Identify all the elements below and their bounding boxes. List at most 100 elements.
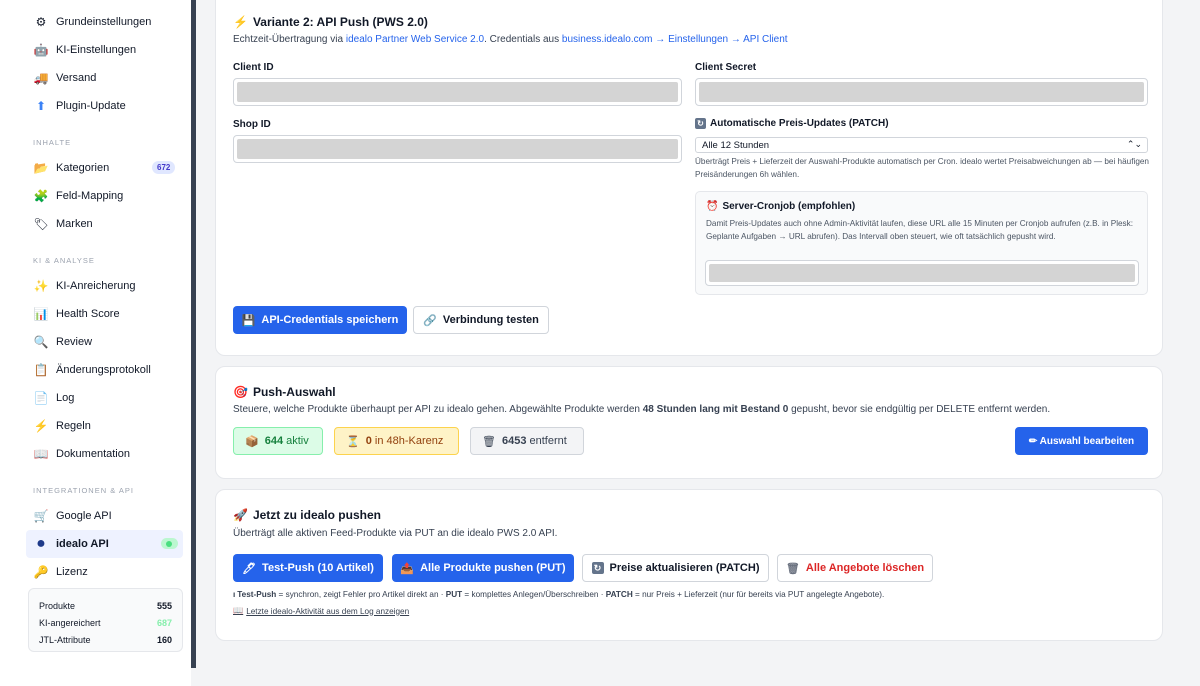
info-icon: ı bbox=[233, 590, 236, 599]
sidebar-item-label: Versand bbox=[56, 72, 97, 84]
push-all-button[interactable]: 📤 Alle Produkte pushen (PUT) bbox=[392, 554, 574, 582]
globe-icon: ● bbox=[36, 535, 46, 552]
push-selection-title: Push-Auswahl bbox=[252, 385, 336, 399]
legend-text: = komplettes Anlegen/Überschreiben · bbox=[462, 590, 606, 599]
sidebar-item-kategorien[interactable]: 📂 Kategorien 672 bbox=[0, 154, 191, 182]
section-heading-integrationen: INTEGRATIONEN & API bbox=[33, 486, 134, 495]
business-idealo-link[interactable]: business.idealo.com → Einstellungen → AP… bbox=[562, 34, 788, 45]
key-icon: 🔑 bbox=[33, 565, 49, 579]
client-id-label: Client ID bbox=[233, 62, 274, 73]
sidebar-item-label: Feld-Mapping bbox=[56, 190, 124, 202]
sidebar-item-regeln[interactable]: ⚡ Regeln bbox=[0, 412, 191, 440]
karenz-label: in 48h-Karenz bbox=[374, 435, 444, 447]
active-count-pill: 📦 644 aktiv bbox=[233, 427, 323, 455]
client-secret-label: Client Secret bbox=[695, 62, 757, 73]
auto-update-select[interactable]: Alle 12 Stunden ⌃⌄ bbox=[695, 137, 1148, 153]
section-heading-ki-analyse: KI & ANALYSE bbox=[33, 256, 95, 265]
edit-selection-button[interactable]: ✏ Auswahl bearbeiten bbox=[1015, 427, 1148, 455]
sidebar-item-grundeinstellungen[interactable]: ⚙ Grundeinstellungen bbox=[0, 8, 191, 36]
desc-text: . Credentials aus bbox=[484, 34, 562, 45]
cron-title-row: ⏰ Server-Cronjob (empfohlen) bbox=[706, 201, 855, 212]
variant2-description: Echtzeit-Übertragung via idealo Partner … bbox=[233, 34, 788, 45]
tag-icon: 🏷 bbox=[33, 217, 49, 231]
section-heading-inhalte: INHALTE bbox=[33, 138, 72, 147]
sidebar-item-review[interactable]: 🔍 Review bbox=[0, 328, 191, 356]
legend-term: PUT bbox=[445, 590, 463, 599]
lightning-icon: ⚡ bbox=[233, 15, 248, 29]
button-label: ✏ Auswahl bearbeiten bbox=[1028, 435, 1135, 447]
sidebar-item-label: Grundeinstellungen bbox=[56, 16, 152, 28]
link-icon: 🔗 bbox=[423, 314, 437, 327]
auto-update-help: Überträgt Preis + Lieferzeit der Auswahl… bbox=[695, 157, 1149, 179]
stat-label: JTL-Attribute bbox=[39, 634, 91, 645]
test-push-button[interactable]: 🖊 Test-Push (10 Artikel) bbox=[233, 554, 383, 582]
pws-link[interactable]: idealo Partner Web Service 2.0 bbox=[346, 34, 484, 45]
link-label: Letzte idealo-Aktivität aus dem Log anze… bbox=[246, 606, 410, 616]
karenz-count: 0 bbox=[365, 435, 372, 447]
desc-text: gepusht, bevor sie endgültig per DELETE … bbox=[788, 404, 1051, 415]
sidebar-item-label: KI-Anreicherung bbox=[56, 280, 136, 292]
sidebar-item-label: KI-Einstellungen bbox=[56, 44, 137, 56]
removed-label: entfernt bbox=[529, 435, 567, 447]
magnifier-icon: 🔍 bbox=[33, 335, 49, 349]
sidebar-item-idealo-api[interactable]: ● idealo API bbox=[26, 530, 183, 558]
removed-count: 6453 bbox=[501, 435, 527, 447]
push-selection-description: Steuere, welche Produkte überhaupt per A… bbox=[233, 404, 1050, 415]
document-icon: 📄 bbox=[33, 391, 49, 405]
alarm-clock-icon: ⏰ bbox=[706, 201, 719, 212]
legend-term: Test-Push bbox=[237, 590, 277, 599]
shopping-cart-icon: 🛒 bbox=[33, 509, 49, 523]
sidebar-item-label: Health Score bbox=[56, 308, 120, 320]
update-prices-button[interactable]: ↻ Preise aktualisieren (PATCH) bbox=[582, 554, 769, 582]
pencil-icon: 🖊 bbox=[242, 562, 257, 575]
masked-value bbox=[699, 82, 1144, 102]
puzzle-icon: 🧩 bbox=[33, 189, 49, 203]
masked-value bbox=[237, 139, 678, 159]
button-label: Test-Push (10 Artikel) bbox=[262, 562, 374, 574]
stat-value: 555 bbox=[156, 600, 172, 611]
sidebar-item-log[interactable]: 📄 Log bbox=[0, 384, 191, 412]
cron-title: Server-Cronjob (empfohlen) bbox=[722, 201, 856, 212]
sidebar-item-marken[interactable]: 🏷 Marken bbox=[0, 210, 191, 238]
active-count: 644 bbox=[264, 435, 284, 447]
button-label: Verbindung testen bbox=[442, 314, 539, 326]
cron-url-input[interactable] bbox=[705, 260, 1139, 286]
client-id-input[interactable] bbox=[233, 78, 682, 106]
show-log-link[interactable]: 📖 Letzte idealo-Aktivität aus dem Log an… bbox=[233, 606, 409, 616]
save-credentials-button[interactable]: 💾 API-Credentials speichern bbox=[233, 306, 407, 334]
test-connection-button[interactable]: 🔗 Verbindung testen bbox=[413, 306, 549, 334]
sidebar-item-plugin-update[interactable]: ⬆ Plugin-Update bbox=[0, 92, 191, 120]
sidebar-item-label: Lizenz bbox=[56, 566, 88, 578]
push-now-card: 🚀 Jetzt zu idealo pushen Überträgt alle … bbox=[215, 489, 1163, 641]
sidebar-item-ki-einstellungen[interactable]: 🤖 KI-Einstellungen bbox=[0, 36, 191, 64]
delete-all-offers-button[interactable]: 🗑 Alle Angebote löschen bbox=[777, 554, 933, 582]
upload-tray-icon: 📤 bbox=[400, 562, 415, 575]
client-secret-input[interactable] bbox=[695, 78, 1148, 106]
sidebar-item-google-api[interactable]: 🛒 Google API bbox=[0, 502, 191, 530]
auto-update-label-row: ↻ Automatische Preis-Updates (PATCH) bbox=[695, 118, 889, 129]
robot-icon: 🤖 bbox=[33, 43, 49, 57]
count-badge: 672 bbox=[152, 161, 176, 174]
sidebar-item-ki-anreicherung[interactable]: ✨ KI-Anreicherung bbox=[0, 272, 191, 300]
desc-text: Steuere, welche Produkte überhaupt per A… bbox=[233, 404, 643, 415]
stat-value: 687 bbox=[156, 617, 172, 628]
lightning-icon: ⚡ bbox=[33, 419, 49, 433]
package-icon: 📦 bbox=[245, 435, 259, 448]
stat-label: KI-angereichert bbox=[39, 617, 101, 628]
stat-row-ki-angereichert: KI-angereichert 687 bbox=[39, 614, 172, 631]
sidebar-item-label: Änderungsprotokoll bbox=[56, 364, 151, 376]
sidebar-item-feld-mapping[interactable]: 🧩 Feld-Mapping bbox=[0, 182, 191, 210]
sidebar-item-dokumentation[interactable]: 📖 Dokumentation bbox=[0, 440, 191, 468]
stats-box: Produkte 555 KI-angereichert 687 JTL-Att… bbox=[28, 588, 183, 652]
shop-id-input[interactable] bbox=[233, 135, 682, 163]
trash-icon: 🗑 bbox=[785, 562, 800, 575]
sidebar-item-aenderungsprotokoll[interactable]: 📋 Änderungsprotokoll bbox=[0, 356, 191, 384]
arrow-up-icon: ⬆ bbox=[35, 99, 47, 113]
sidebar-item-versand[interactable]: 🚚 Versand bbox=[0, 64, 191, 92]
trash-icon: 🗑 bbox=[482, 435, 496, 448]
legend-text: = nur Preis + Lieferzeit (nur für bereit… bbox=[632, 590, 885, 599]
sidebar-item-health-score[interactable]: 📊 Health Score bbox=[0, 300, 191, 328]
sidebar-item-lizenz[interactable]: 🔑 Lizenz bbox=[0, 558, 191, 586]
push-now-title: Jetzt zu idealo pushen bbox=[252, 508, 381, 522]
sidebar-item-label: Marken bbox=[56, 218, 93, 230]
